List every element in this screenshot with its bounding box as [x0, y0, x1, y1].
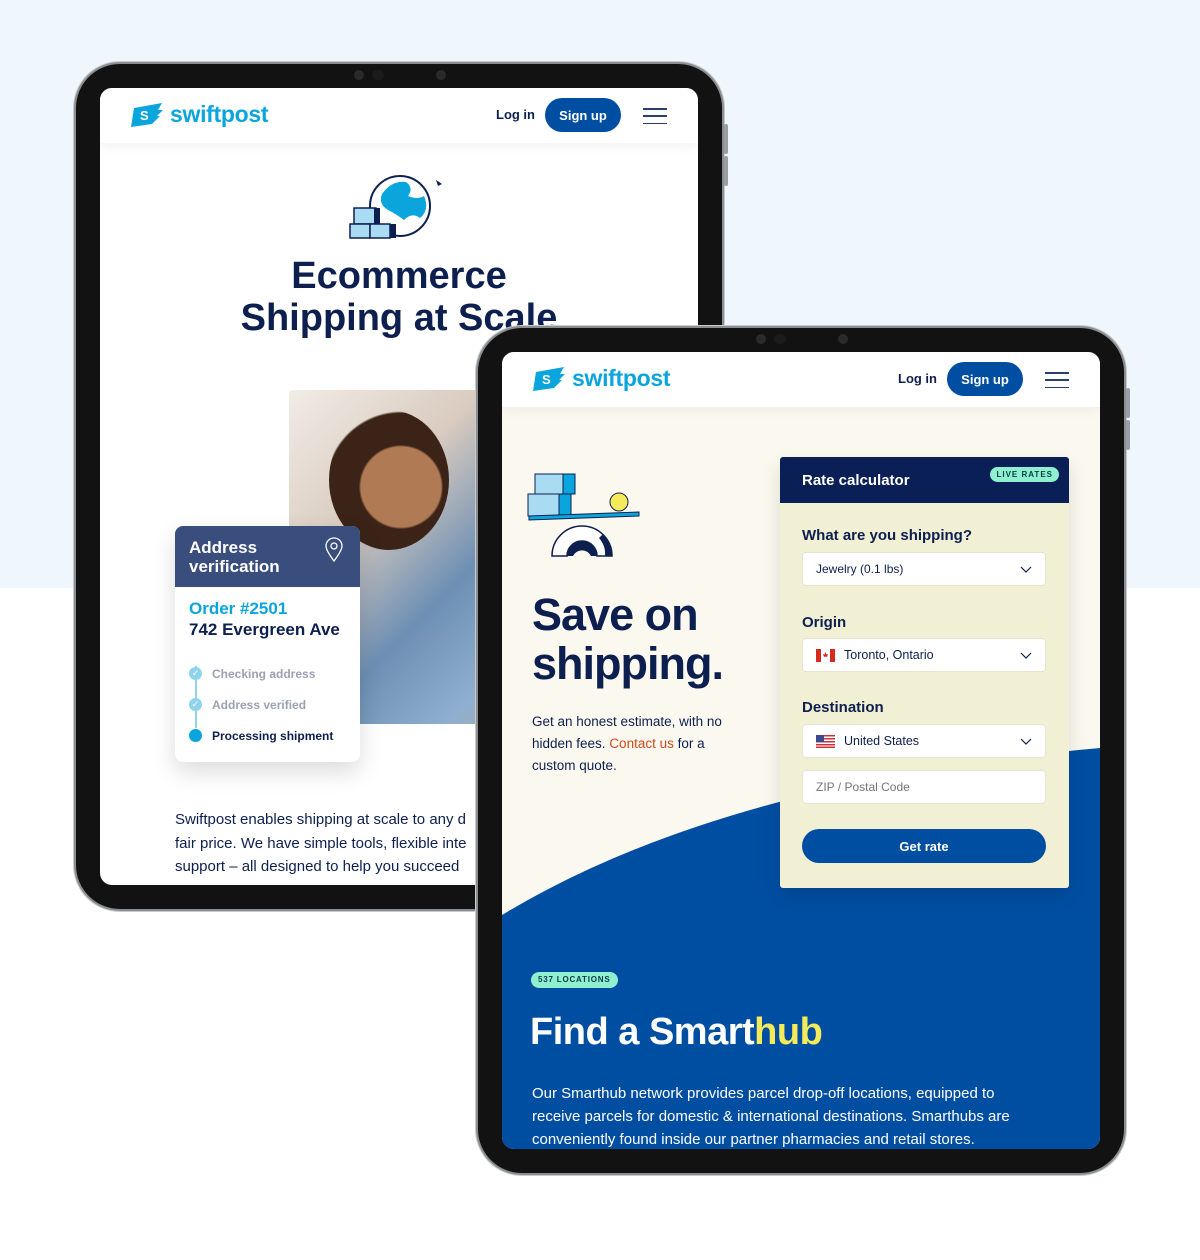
- order-address: 742 Evergreen Ave: [189, 620, 340, 639]
- status-step: ✓ Checking address: [189, 658, 346, 689]
- active-dot-icon: [189, 729, 202, 742]
- hero-description: Get an honest estimate, with no hidden f…: [532, 711, 732, 777]
- paragraph-line: fair price. We have simple tools, flexib…: [175, 834, 467, 852]
- origin-select[interactable]: Toronto, Ontario: [802, 638, 1046, 672]
- hero-title-line: shipping.: [532, 638, 724, 689]
- canada-flag-icon: [816, 648, 835, 662]
- check-icon: ✓: [189, 667, 202, 680]
- status-steps: ✓ Checking address ✓ Address verified Proc…: [189, 658, 346, 751]
- svg-text:S: S: [542, 372, 551, 387]
- paragraph-line: support – all designed to help you succe…: [175, 858, 460, 875]
- destination-label: Destination: [802, 699, 884, 716]
- intro-paragraph: Swiftpost enables shipping at scale to a…: [175, 808, 467, 879]
- step-label: Processing shipment: [212, 728, 334, 743]
- step-label: Address verified: [212, 697, 307, 712]
- menu-icon[interactable]: [1045, 372, 1069, 388]
- location-pin-icon: [325, 537, 343, 562]
- menu-icon[interactable]: [643, 108, 667, 124]
- locations-badge: 537 LOCATIONS: [531, 972, 618, 988]
- logo[interactable]: S swiftpost: [130, 101, 269, 128]
- status-step: ✓ Address verified: [189, 689, 346, 720]
- smarthub-title: Find a Smarthub: [530, 1011, 823, 1054]
- order-number: Order #2501: [189, 599, 288, 618]
- globe-boxes-illustration: [349, 175, 442, 239]
- swiftpost-logo-icon: S: [131, 102, 163, 127]
- smarthub-description: Our Smarthub network provides parcel dro…: [532, 1085, 1010, 1148]
- rate-calculator-card: Rate calculator LIVE RATES What are you …: [780, 457, 1069, 888]
- live-rates-badge: LIVE RATES: [990, 467, 1059, 482]
- card-title: verification: [189, 557, 280, 576]
- logo-text: swiftpost: [572, 365, 671, 391]
- zip-input[interactable]: [802, 770, 1046, 804]
- shipping-value: Jewelry (0.1 lbs): [816, 562, 904, 576]
- login-link[interactable]: Log in: [496, 107, 535, 122]
- rate-card-title: Rate calculator: [802, 472, 910, 489]
- check-icon: ✓: [189, 698, 202, 711]
- chevron-down-icon: [1020, 652, 1032, 659]
- status-step: Processing shipment: [189, 720, 346, 751]
- destination-select[interactable]: United States: [802, 724, 1046, 758]
- tablet-front-screen: S swiftpost Log in Sign up Save on shipp…: [502, 352, 1100, 1149]
- login-link[interactable]: Log in: [898, 371, 937, 386]
- shipping-select[interactable]: Jewelry (0.1 lbs): [802, 552, 1046, 586]
- signup-button[interactable]: Sign up: [947, 362, 1023, 396]
- get-rate-button[interactable]: Get rate: [802, 829, 1046, 863]
- site-header: S swiftpost Log in Sign up: [502, 352, 1100, 407]
- origin-label: Origin: [802, 614, 847, 631]
- svg-text:S: S: [140, 108, 149, 123]
- usa-flag-icon: [816, 734, 835, 748]
- site-header: S swiftpost Log in Sign up: [100, 88, 698, 143]
- card-header: Address verification: [175, 526, 360, 587]
- hero-title-line: Save on: [532, 589, 699, 640]
- rate-card-header: Rate calculator LIVE RATES: [780, 457, 1069, 503]
- chevron-down-icon: [1020, 566, 1032, 573]
- signup-button[interactable]: Sign up: [545, 98, 621, 132]
- smarthub-title-highlight: hub: [754, 1011, 823, 1053]
- smarthub-title-text: Find a Smart: [530, 1011, 755, 1053]
- chevron-down-icon: [1020, 738, 1032, 745]
- origin-value: Toronto, Ontario: [844, 648, 934, 662]
- tablet-front: S swiftpost Log in Sign up Save on shipp…: [476, 326, 1130, 1175]
- paragraph-line: Swiftpost enables shipping at scale to a…: [175, 811, 467, 828]
- destination-value: United States: [844, 734, 920, 748]
- card-title: Address: [189, 538, 258, 557]
- hero-title-line: Ecommerce: [291, 255, 507, 297]
- balance-scale-illustration: [527, 473, 640, 557]
- address-verification-card: Address verification Order #2501 742 Eve…: [175, 526, 360, 762]
- hero-title: Save on shipping.: [532, 589, 724, 689]
- logo-text: swiftpost: [170, 101, 269, 127]
- swiftpost-logo-icon: S: [533, 366, 565, 391]
- contact-us-link[interactable]: Contact us: [609, 736, 674, 751]
- shipping-label: What are you shipping?: [802, 527, 973, 544]
- logo[interactable]: S swiftpost: [532, 365, 671, 392]
- step-label: Checking address: [212, 666, 316, 681]
